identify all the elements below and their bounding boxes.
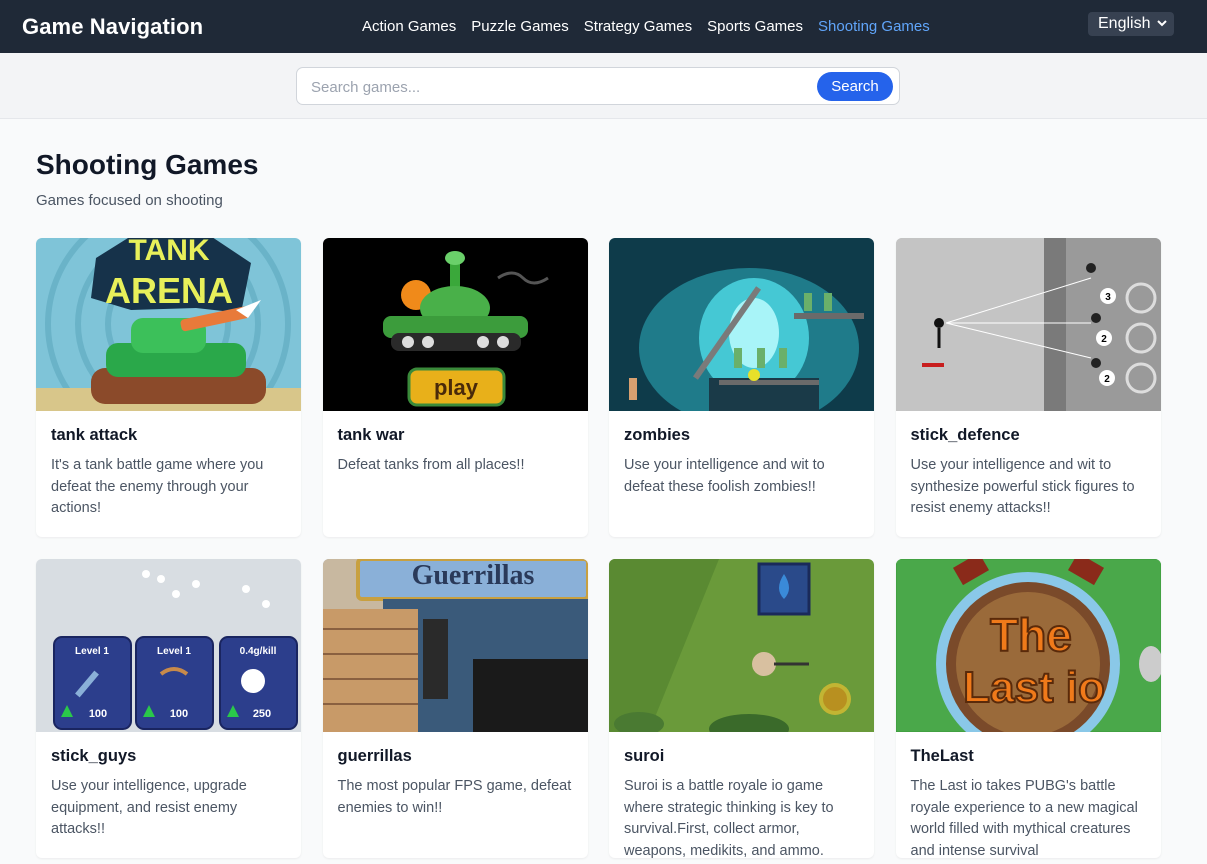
svg-text:250: 250 xyxy=(253,708,271,720)
svg-text:Guerrillas: Guerrillas xyxy=(411,560,534,591)
language-value: English xyxy=(1098,15,1151,32)
game-thumbnail: Guerrillas xyxy=(322,559,588,732)
search-bar: Search xyxy=(0,53,1207,119)
game-card[interactable]: 3 2 2 stick_defence Use your intelligenc… xyxy=(895,238,1161,537)
game-card[interactable]: zombies Use your intelligence and wit to… xyxy=(609,238,874,537)
game-title: stick_defence xyxy=(910,426,1020,444)
game-title: guerrillas xyxy=(337,747,412,765)
brand-logo[interactable]: Game Navigation xyxy=(22,14,203,40)
game-thumbnail xyxy=(609,238,874,411)
search-box: Search xyxy=(296,67,900,105)
game-description: Use your intelligence, upgrade equipment… xyxy=(51,778,247,837)
svg-text:Level 1: Level 1 xyxy=(157,646,191,657)
game-card[interactable]: Guerrillas guerrillas The most popular F… xyxy=(322,559,588,858)
game-thumbnail: Level 1 Level 1 0.4g/kill 100 100 250 xyxy=(36,559,301,732)
game-card[interactable]: play tank war Defeat tanks from all plac… xyxy=(322,238,588,537)
game-card[interactable]: The Last io TheLast The Last io takes PU… xyxy=(895,559,1161,858)
page-subtitle: Games focused on shooting xyxy=(36,192,223,209)
svg-text:2: 2 xyxy=(1104,374,1110,385)
game-title: suroi xyxy=(624,747,665,765)
game-grid: ARENA TANK tank attack It's a tank battl… xyxy=(36,238,1171,858)
svg-text:Level 1: Level 1 xyxy=(75,646,109,657)
svg-text:3: 3 xyxy=(1105,292,1111,303)
svg-text:The: The xyxy=(990,609,1072,661)
svg-text:100: 100 xyxy=(170,708,188,720)
page-title: Shooting Games xyxy=(36,149,259,180)
game-description: Defeat tanks from all places!! xyxy=(337,457,525,473)
nav-shooting-games[interactable]: Shooting Games xyxy=(818,18,930,35)
game-description: Suroi is a battle royale io game where s… xyxy=(624,778,834,858)
top-navbar: Game Navigation Action Games Puzzle Game… xyxy=(0,0,1207,53)
game-thumbnail: The Last io xyxy=(895,559,1161,732)
game-description: It's a tank battle game where you defeat… xyxy=(51,457,264,516)
svg-text:100: 100 xyxy=(89,708,107,720)
game-title: tank war xyxy=(337,426,405,444)
game-thumbnail: ARENA TANK xyxy=(36,238,301,411)
svg-text:2: 2 xyxy=(1101,334,1107,345)
game-title: TheLast xyxy=(910,747,974,765)
search-input[interactable] xyxy=(311,76,801,98)
svg-text:play: play xyxy=(433,375,478,400)
game-thumbnail: play xyxy=(322,238,588,411)
game-description: Use your intelligence and wit to synthes… xyxy=(910,457,1135,516)
svg-text:ARENA: ARENA xyxy=(105,270,233,311)
game-card[interactable]: suroi Suroi is a battle royale io game w… xyxy=(609,559,874,858)
language-select[interactable]: English xyxy=(1088,12,1174,36)
game-description: The most popular FPS game, defeat enemie… xyxy=(337,778,572,816)
nav-action-games[interactable]: Action Games xyxy=(362,18,456,35)
game-thumbnail xyxy=(609,559,874,732)
game-title: zombies xyxy=(624,426,691,444)
game-description: Use your intelligence and wit to defeat … xyxy=(624,457,825,495)
svg-text:0.4g/kill: 0.4g/kill xyxy=(240,646,277,657)
game-card[interactable]: Level 1 Level 1 0.4g/kill 100 100 250 st… xyxy=(36,559,301,858)
game-title: tank attack xyxy=(51,426,138,444)
main-content: Shooting Games Games focused on shooting… xyxy=(0,148,1207,858)
nav-puzzle-games[interactable]: Puzzle Games xyxy=(471,18,569,35)
game-title: stick_guys xyxy=(51,747,137,765)
game-description: The Last io takes PUBG's battle royale e… xyxy=(910,778,1138,858)
nav-sports-games[interactable]: Sports Games xyxy=(707,18,803,35)
svg-text:Last io: Last io xyxy=(963,663,1105,712)
chevron-down-icon xyxy=(1157,20,1167,27)
nav-strategy-games[interactable]: Strategy Games xyxy=(584,18,692,35)
search-button[interactable]: Search xyxy=(817,72,893,101)
game-thumbnail: 3 2 2 xyxy=(895,238,1161,411)
game-card[interactable]: ARENA TANK tank attack It's a tank battl… xyxy=(36,238,301,537)
svg-text:TANK: TANK xyxy=(128,238,209,267)
category-nav: Action Games Puzzle Games Strategy Games… xyxy=(362,0,930,53)
